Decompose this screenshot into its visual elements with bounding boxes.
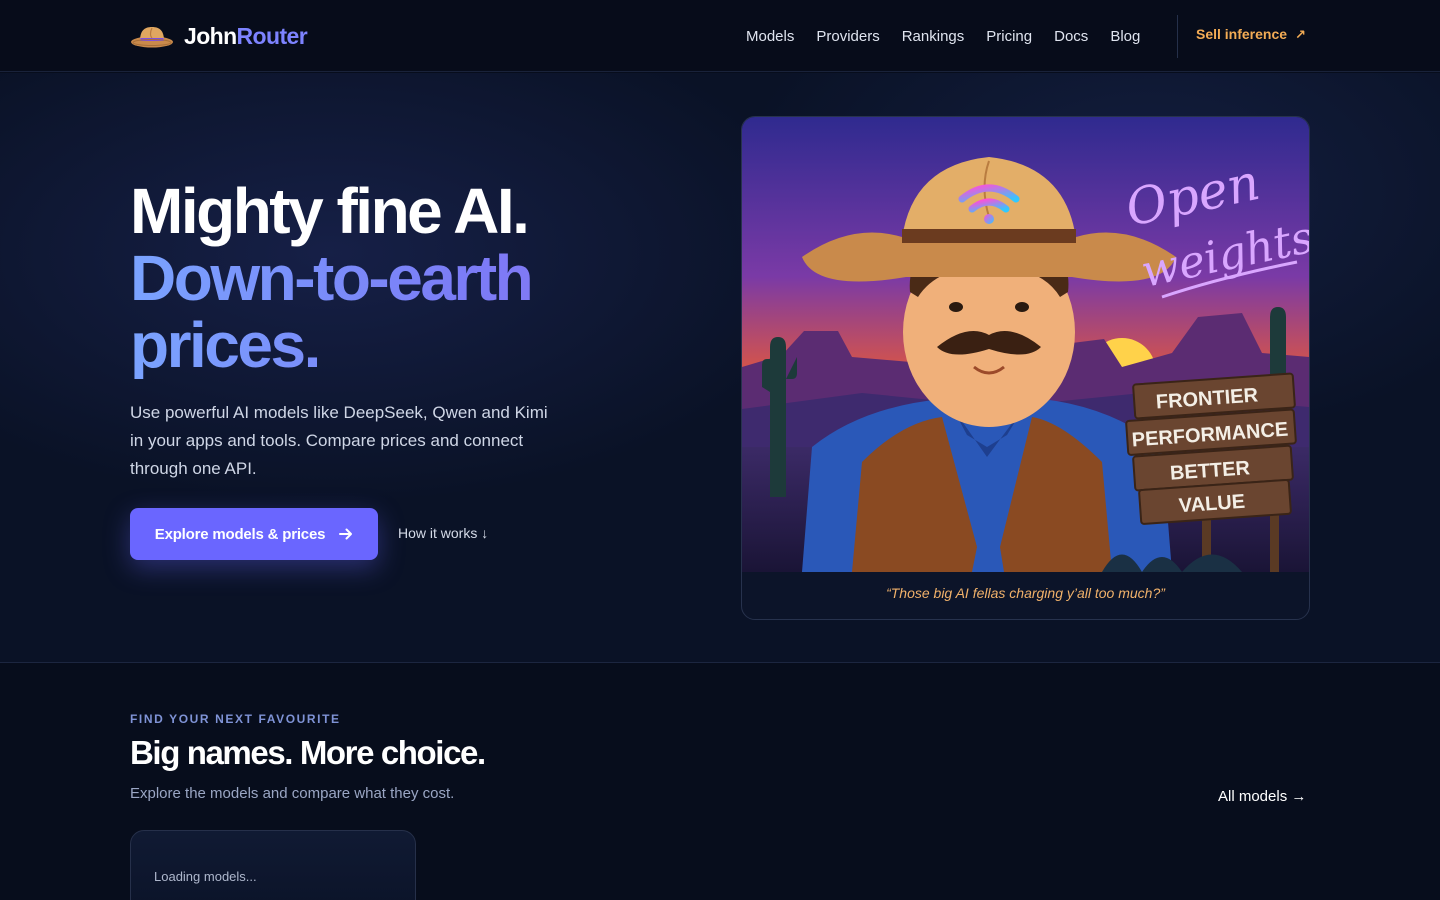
brand-logo-link[interactable]: JohnRouter (130, 18, 308, 54)
hero-headline-line2: Down-to-earth prices. (130, 245, 690, 379)
illustration-caption: “Those big AI fellas charging y’all too … (886, 585, 1165, 601)
model-card-loading: Loading models... (130, 830, 416, 900)
arrow-right-icon (339, 528, 353, 540)
sign-line-4: VALUE (1178, 491, 1246, 518)
section-eyebrow: FIND YOUR NEXT FAVOURITE (130, 712, 341, 726)
nav-divider (1177, 15, 1178, 58)
top-navigation-bar: JohnRouter Models Providers Rankings Pri… (0, 0, 1440, 72)
nav-link-providers[interactable]: Providers (816, 28, 879, 45)
loading-text: Loading models... (154, 869, 257, 884)
cowboy-hat-icon (131, 27, 173, 48)
how-it-works-link[interactable]: How it works ↓ (398, 525, 488, 541)
nav-link-docs[interactable]: Docs (1054, 28, 1088, 45)
sell-inference-link[interactable]: Sell inference ↗ (1196, 26, 1306, 43)
hero-headline-line1: Mighty fine AI. (130, 175, 530, 247)
cowboy-illustration: Open weights. FRONTIER PERFORMANCE BETTE… (742, 117, 1309, 572)
nav-link-blog[interactable]: Blog (1110, 28, 1140, 45)
brand-name: JohnRouter (184, 22, 308, 50)
hero-subtitle: Use powerful AI models like DeepSeek, Qw… (130, 403, 548, 478)
nav-link-pricing[interactable]: Pricing (986, 28, 1032, 45)
nav-link-models[interactable]: Models (746, 28, 794, 45)
brand-name-part1: John (184, 22, 237, 49)
nav-link-rankings[interactable]: Rankings (902, 28, 965, 45)
brand-name-part2: Router (236, 22, 308, 49)
section-title: Big names. More choice. (130, 734, 486, 771)
hero-section: Mighty fine AI. Down-to-earth prices. Us… (0, 73, 1440, 663)
main-nav: Models Providers Rankings Pricing Docs B… (746, 24, 1162, 48)
section-subtitle: Explore the models and compare what they… (130, 785, 455, 802)
hero-headline: Mighty fine AI. Down-to-earth prices. (130, 178, 690, 379)
all-models-link[interactable]: All models → (1218, 788, 1306, 805)
explore-models-label: Explore models & prices (154, 525, 326, 543)
explore-models-button[interactable]: Explore models & prices (130, 508, 378, 560)
hero-illustration-card: Open weights. FRONTIER PERFORMANCE BETTE… (741, 116, 1310, 620)
arrow-up-right-icon: ↗ (1295, 27, 1306, 42)
sell-inference-label: Sell inference (1196, 26, 1288, 42)
